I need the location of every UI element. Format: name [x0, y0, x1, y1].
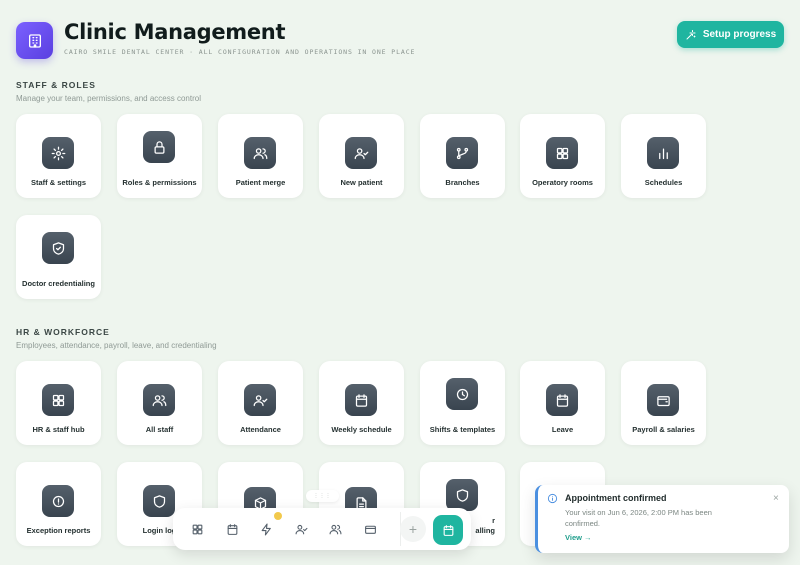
card-new-patient[interactable]: New patient — [319, 114, 404, 198]
app-logo — [16, 22, 53, 59]
section-title-staff-roles: STAFF & ROLES — [16, 80, 96, 90]
card-leave[interactable]: Leave — [520, 361, 605, 445]
toast-message: Your visit on Jun 6, 2026, 2:00 PM has b… — [565, 508, 712, 528]
card-label: Patient merge — [235, 178, 286, 187]
card-patient-merge[interactable]: Patient merge — [218, 114, 303, 198]
dock-drag-handle[interactable]: ⋮⋮⋮ — [306, 490, 339, 502]
card-doctor-credentialing[interactable]: Doctor credentialing — [16, 215, 101, 299]
shield-icon — [446, 479, 478, 511]
card-label: Doctor credentialing — [22, 279, 95, 288]
dock-grid-button[interactable] — [183, 515, 211, 543]
card-weekly-schedule[interactable]: Weekly schedule — [319, 361, 404, 445]
card-label: New patient — [340, 178, 383, 187]
bar-chart-icon — [647, 137, 679, 169]
card-label: Schedules — [644, 178, 683, 187]
user-check-icon — [244, 384, 276, 416]
page-subtitle: Cairo Smile Dental Center · All configur… — [64, 48, 416, 56]
calendar-icon — [546, 384, 578, 416]
card-label: Shifts & templates — [429, 425, 496, 434]
card-hr-staff-hub[interactable]: HR & staff hub — [16, 361, 101, 445]
user-check-icon — [295, 524, 307, 534]
building-icon — [28, 33, 41, 48]
gear-icon — [42, 137, 74, 169]
card-label: r alling — [475, 516, 495, 535]
card-label: All staff — [145, 425, 174, 434]
dock-calendar-button[interactable] — [218, 515, 246, 543]
alert-icon — [42, 485, 74, 517]
bottom-dock — [173, 508, 471, 550]
git-branch-icon — [446, 137, 478, 169]
shield-icon — [143, 485, 175, 517]
grid-icon — [42, 384, 74, 416]
card-staff-settings[interactable]: Staff & settings — [16, 114, 101, 198]
users-icon — [244, 137, 276, 169]
users-icon — [329, 524, 341, 534]
card-roles-permissions[interactable]: Roles & permissions — [117, 114, 202, 198]
section-desc-hr-workforce: Employees, attendance, payroll, leave, a… — [16, 341, 217, 350]
dock-add-button[interactable]: + — [400, 516, 426, 542]
card-label: Weekly schedule — [331, 425, 392, 434]
toast-view-link[interactable]: View → — [565, 533, 592, 542]
card-all-staff[interactable]: All staff — [117, 361, 202, 445]
toast-title: Appointment confirmed — [565, 493, 667, 503]
lock-icon — [143, 131, 175, 163]
sparkle-icon — [686, 29, 696, 39]
grid-icon — [546, 137, 578, 169]
card-shifts-templates[interactable]: Shifts & templates — [420, 361, 505, 445]
close-icon[interactable]: × — [773, 493, 779, 504]
card-payroll-salaries[interactable]: Payroll & salaries — [621, 361, 706, 445]
card-exception-reports[interactable]: Exception reports — [16, 462, 101, 546]
shield-check-icon — [42, 232, 74, 264]
setup-progress-button[interactable]: Setup progress — [677, 21, 784, 48]
card-label: Payroll & salaries — [632, 425, 695, 434]
card-attendance[interactable]: Attendance — [218, 361, 303, 445]
card-label: Attendance — [240, 425, 281, 434]
calendar-icon — [227, 523, 237, 535]
card-label: HR & staff hub — [32, 425, 85, 434]
card-branches[interactable]: Branches — [420, 114, 505, 198]
page-title: Clinic Management — [64, 20, 286, 44]
users-icon — [143, 384, 175, 416]
card-label: Exception reports — [26, 526, 91, 535]
card-operatory-rooms[interactable]: Operatory rooms — [520, 114, 605, 198]
bolt-icon — [261, 523, 271, 535]
user-check-icon — [345, 137, 377, 169]
section-desc-staff-roles: Manage your team, permissions, and acces… — [16, 94, 201, 103]
section-title-hr-workforce: HR & WORKFORCE — [16, 327, 110, 337]
card-label: Staff & settings — [30, 178, 86, 187]
dock-user-check-button[interactable] — [287, 515, 315, 543]
credit-card-icon — [364, 525, 376, 534]
wallet-icon — [647, 384, 679, 416]
grid-icon — [192, 524, 202, 534]
info-icon — [547, 493, 558, 504]
card-label: Roles & permissions — [122, 178, 197, 187]
dock-users-button[interactable] — [321, 515, 349, 543]
dock-new-appointment-button[interactable] — [433, 515, 463, 545]
calendar-icon — [443, 524, 453, 536]
notification-dot — [274, 512, 282, 520]
card-schedules[interactable]: Schedules — [621, 114, 706, 198]
card-label: Leave — [551, 425, 574, 434]
card-label: Branches — [445, 178, 480, 187]
dock-card-button[interactable] — [356, 515, 384, 543]
clock-icon — [446, 378, 478, 410]
card-label: Operatory rooms — [532, 178, 593, 187]
setup-progress-label: Setup progress — [702, 29, 777, 40]
calendar-icon — [345, 384, 377, 416]
toast-notification: Appointment confirmed Your visit on Jun … — [535, 485, 789, 553]
